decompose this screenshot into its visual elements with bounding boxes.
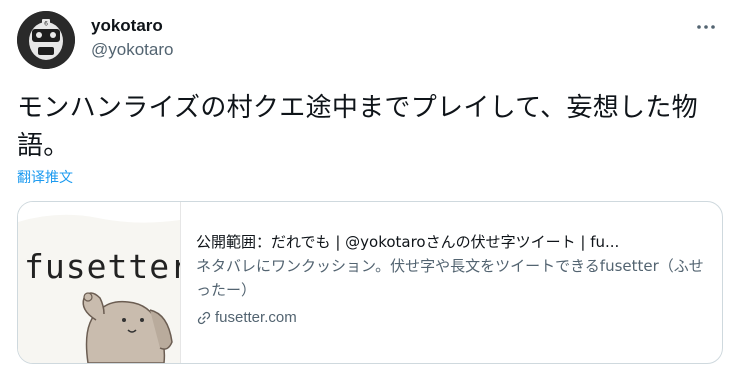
card-domain-text: fusetter.com — [215, 309, 297, 326]
masked-face-avatar-icon: 6 — [17, 11, 75, 69]
svg-text:6: 6 — [44, 21, 48, 28]
card-title: 公開範囲：だれでも | @yokotaroさんの伏せ字ツイート | fu... — [196, 233, 620, 251]
card-body: 公開範囲：だれでも | @yokotaroさんの伏せ字ツイート | fu... … — [196, 230, 706, 329]
translate-tweet-link[interactable]: 翻译推文 — [17, 167, 73, 187]
display-name[interactable]: yokotaro — [91, 15, 173, 37]
tweet-text: モンハンライズの村クエ途中までプレイして、妄想した物語。 — [17, 93, 698, 161]
more-options-icon[interactable] — [694, 15, 718, 39]
card-thumbnail: fusetter — [18, 202, 190, 363]
card-domain: fusetter.com — [196, 307, 706, 329]
link-card[interactable]: fusetter 公開範囲：だれでも | @yokotaroさんの伏せ字ツイート… — [17, 201, 723, 364]
user-handle[interactable]: @yokotaro — [91, 39, 173, 61]
card-thumbnail-text: fusetter — [24, 247, 180, 286]
card-description: ネタバレにワンクッション。伏せ字や長文をツイートできるfusetter（ふせった… — [196, 257, 704, 299]
link-icon — [197, 311, 211, 325]
fusetter-dog-illustration: fusetter — [18, 202, 190, 363]
avatar[interactable]: 6 — [17, 11, 75, 69]
tweet-header: 6 yokotaro @yokotaro — [17, 11, 722, 71]
